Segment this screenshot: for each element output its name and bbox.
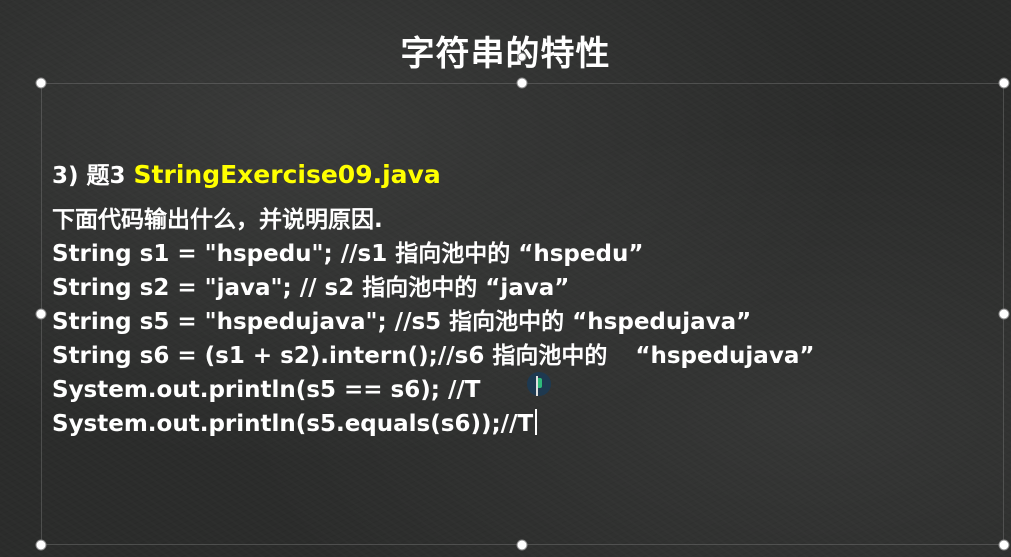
resize-handle-bottom-right[interactable] [998,539,1010,551]
text-caret [535,409,538,435]
resize-handle-middle-right[interactable] [998,308,1010,320]
resize-handle-top-right[interactable] [998,77,1010,89]
resize-handle-top-center[interactable] [516,77,528,89]
code-line-s6-code: String s6 = (s1 + s2).intern();//s6 指向池中… [52,343,608,369]
code-line-s6: String s6 = (s1 + s2).intern();//s6 指向池中… [52,339,992,373]
code-line-s5: String s5 = "hspedujava"; //s5 指向池中的 “hs… [52,309,752,335]
resize-handle-middle-left[interactable] [35,308,47,320]
resize-handle-bottom-left[interactable] [35,539,47,551]
ibeam-cursor-icon [536,376,538,396]
code-line-println-equals: System.out.println(s5.equals(s6));//T [52,407,992,441]
exercise-heading: 3) 题3 StringExercise09.java [52,158,992,193]
rotate-handle[interactable] [517,52,527,62]
slide-body-textbox[interactable]: 3) 题3 StringExercise09.java 下面代码输出什么，并说明… [52,158,992,441]
question-text: 下面代码输出什么，并说明原因. [52,207,383,233]
slide-title: 字符串的特性 [400,34,611,74]
code-line-s2: String s2 = "java"; // s2 指向池中的 “java” [52,275,570,301]
code-line-s6-comment: “hspedujava” [635,343,815,369]
resize-handle-top-left[interactable] [35,77,47,89]
mouse-cursor-icon [527,372,551,396]
code-line-println-equals-text: System.out.println(s5.equals(s6));//T [52,411,534,437]
code-line-s1: String s1 = "hspedu"; //s1 指向池中的 “hspedu… [52,241,644,267]
code-line-println-equality: System.out.println(s5 == s6); //T [52,377,481,403]
resize-handle-bottom-center[interactable] [516,539,528,551]
exercise-number: 3) 题3 [52,163,134,189]
exercise-filename: StringExercise09.java [133,160,441,189]
